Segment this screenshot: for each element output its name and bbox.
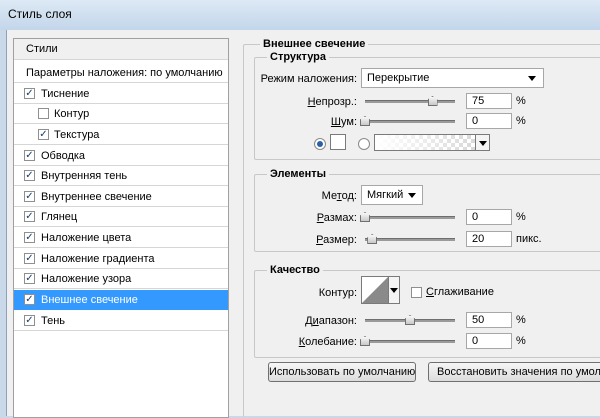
quality-heading: Качество <box>267 264 323 276</box>
satin-checkbox[interactable]: ✓ <box>24 211 35 222</box>
method-value: Мягкий <box>367 189 404 201</box>
noise-input[interactable]: 0 <box>466 113 512 129</box>
sidebar-item-bevel[interactable]: ✓ Тиснение <box>14 84 228 104</box>
size-slider-track[interactable] <box>365 238 455 241</box>
drop-shadow-checkbox[interactable]: ✓ <box>24 315 35 326</box>
styles-label: Стили <box>26 43 58 55</box>
jitter-input[interactable]: 0 <box>466 333 512 349</box>
gradient-dropdown-button[interactable] <box>476 134 490 151</box>
sidebar-item-drop-shadow[interactable]: ✓ Тень <box>14 311 228 331</box>
range-input[interactable]: 50 <box>466 312 512 328</box>
antialias-checkbox[interactable] <box>411 287 422 298</box>
color-overlay-checkbox[interactable]: ✓ <box>24 232 35 243</box>
method-select[interactable]: Мягкий <box>361 185 423 205</box>
sidebar-item-label: Контур <box>54 108 90 120</box>
blend-mode-label: Режим наложения: <box>260 73 357 85</box>
title-bar: Стиль слоя <box>0 0 600 30</box>
size-input[interactable]: 20 <box>466 231 512 247</box>
styles-header[interactable]: Стили <box>14 39 228 60</box>
sidebar-item-pattern-overlay[interactable]: ✓ Наложение узора <box>14 269 228 289</box>
contour-checkbox[interactable] <box>38 108 49 119</box>
sidebar-item-label: Обводка <box>41 150 86 162</box>
glow-color-swatch[interactable] <box>330 134 346 150</box>
size-label: Размер: <box>316 234 357 246</box>
contour-label: Контур: <box>318 287 357 299</box>
blending-options-label: Параметры наложения: по умолчанию <box>26 67 223 79</box>
blend-mode-value: Перекрытие <box>367 72 430 84</box>
sidebar-item-label: Глянец <box>41 211 78 223</box>
sidebar-item-label: Наложение цвета <box>41 232 132 244</box>
opacity-slider-track[interactable] <box>365 100 455 103</box>
spread-unit: % <box>516 211 526 223</box>
chevron-down-icon <box>408 193 416 198</box>
solid-color-radio[interactable] <box>314 138 326 150</box>
opacity-input[interactable]: 75 <box>466 93 512 109</box>
sidebar-item-label: Наложение градиента <box>41 253 155 265</box>
stroke-checkbox[interactable]: ✓ <box>24 150 35 161</box>
sidebar-item-inner-glow[interactable]: ✓ Внутреннее свечение <box>14 187 228 207</box>
sidebar-item-outer-glow[interactable]: ✓ Внешнее свечение <box>14 290 228 310</box>
opacity-unit: % <box>516 95 526 107</box>
spread-input[interactable]: 0 <box>466 209 512 225</box>
contour-preview[interactable] <box>361 276 389 304</box>
spread-label: Размах: <box>316 212 357 224</box>
bevel-checkbox[interactable]: ✓ <box>24 88 35 99</box>
styles-list: Стили Параметры наложения: по умолчанию … <box>13 38 229 418</box>
chevron-down-icon <box>479 141 487 146</box>
sidebar-item-label: Внешнее свечение <box>41 294 138 306</box>
sidebar-item-label: Тиснение <box>41 88 90 100</box>
sidebar-item-texture[interactable]: ✓ Текстура <box>14 125 228 145</box>
window-title: Стиль слоя <box>8 7 72 21</box>
structure-heading: Структура <box>267 51 329 63</box>
outer-glow-checkbox[interactable]: ✓ <box>24 294 35 305</box>
gradient-radio[interactable] <box>358 138 370 150</box>
outer-glow-heading: Внешнее свечение <box>260 38 369 50</box>
sidebar-item-label: Тень <box>41 315 66 327</box>
spread-slider-track[interactable] <box>365 216 455 219</box>
noise-unit: % <box>516 115 526 127</box>
sidebar-item-satin[interactable]: ✓ Глянец <box>14 207 228 227</box>
elements-heading: Элементы <box>267 168 330 180</box>
gradient-swatch[interactable] <box>374 134 476 151</box>
sidebar-item-label: Внутреннее свечение <box>41 191 152 203</box>
pattern-overlay-checkbox[interactable]: ✓ <box>24 273 35 284</box>
blending-options-item[interactable]: Параметры наложения: по умолчанию <box>14 63 228 83</box>
use-default-button[interactable]: Использовать по умолчанию <box>268 362 416 382</box>
contour-dropdown-button[interactable] <box>389 276 400 304</box>
sidebar-item-stroke[interactable]: ✓ Обводка <box>14 146 228 166</box>
texture-checkbox[interactable]: ✓ <box>38 129 49 140</box>
sidebar-item-gradient-overlay[interactable]: ✓ Наложение градиента <box>14 249 228 269</box>
antialias-label: Сглаживание <box>426 286 494 298</box>
sidebar-item-label: Текстура <box>54 129 100 141</box>
chevron-down-icon <box>390 288 398 293</box>
blend-mode-select[interactable]: Перекрытие <box>361 68 544 88</box>
jitter-slider-track[interactable] <box>365 340 455 343</box>
sidebar-item-color-overlay[interactable]: ✓ Наложение цвета <box>14 228 228 248</box>
chevron-down-icon <box>528 76 536 81</box>
inner-glow-checkbox[interactable]: ✓ <box>24 191 35 202</box>
noise-slider-track[interactable] <box>365 120 455 123</box>
inner-shadow-checkbox[interactable]: ✓ <box>24 170 35 181</box>
method-label: Метод: <box>321 190 357 202</box>
sidebar-item-contour[interactable]: Контур <box>14 104 228 124</box>
restore-default-button[interactable]: Восстановить значения по умолчанию <box>428 362 600 382</box>
range-label: Диапазон: <box>305 315 357 327</box>
sidebar-item-label: Внутренняя тень <box>41 170 128 182</box>
contour-curve-icon <box>362 277 388 303</box>
range-unit: % <box>516 314 526 326</box>
opacity-label: Непрозр.: <box>307 96 357 108</box>
sidebar-item-inner-shadow[interactable]: ✓ Внутренняя тень <box>14 166 228 186</box>
gradient-overlay-checkbox[interactable]: ✓ <box>24 253 35 264</box>
jitter-unit: % <box>516 335 526 347</box>
noise-label: Шум: <box>330 116 357 128</box>
jitter-label: Колебание: <box>298 336 357 348</box>
sidebar-item-label: Наложение узора <box>41 273 132 285</box>
size-unit: пикс. <box>516 233 542 245</box>
